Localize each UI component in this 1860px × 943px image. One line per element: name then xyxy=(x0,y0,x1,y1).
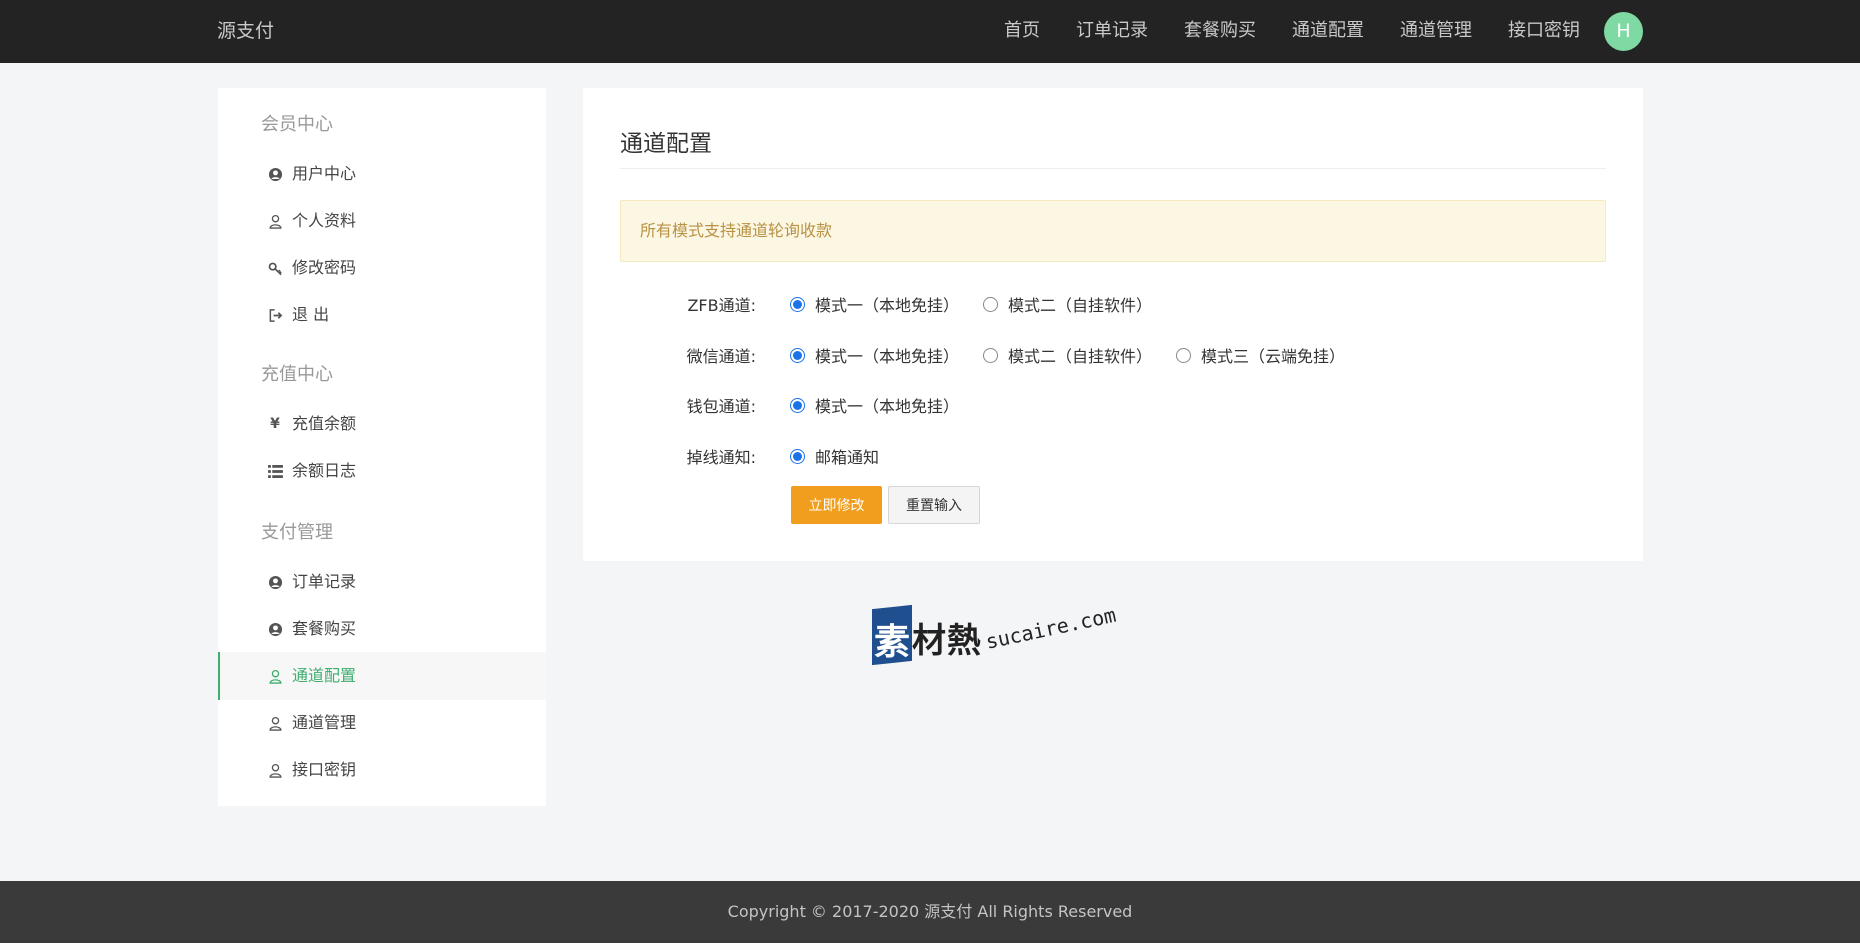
sidebar-item-api-key[interactable]: 接口密钥 xyxy=(218,746,546,794)
radio-dot[interactable] xyxy=(1176,347,1192,363)
form-row-zfb: ZFB通道: 模式一（本地免挂） 模式二（自挂软件） xyxy=(620,289,1606,319)
radio-label: 模式二（自挂软件） xyxy=(1008,347,1153,366)
user-icon xyxy=(266,212,284,230)
radio-dot[interactable] xyxy=(790,296,805,312)
yen-icon: ¥ xyxy=(270,416,280,432)
nav-packages[interactable]: 套餐购买 xyxy=(1184,0,1256,63)
radio-wechat-mode2[interactable]: 模式二（自挂软件） xyxy=(983,343,1152,367)
radio-zfb-mode2[interactable]: 模式二（自挂软件） xyxy=(983,292,1152,316)
channel-config-panel: 通道配置 所有模式支持通道轮询收款 ZFB通道: 模式一（本地免挂） 模式二（自… xyxy=(583,88,1643,561)
reset-button[interactable]: 重置输入 xyxy=(888,486,980,524)
sidebar-item-user-center[interactable]: 用户中心 xyxy=(218,150,546,198)
brand-logo[interactable]: 源支付 xyxy=(217,0,274,63)
form-label: ZFB通道: xyxy=(687,296,756,315)
nav-orders[interactable]: 订单记录 xyxy=(1076,0,1148,63)
sidebar: 会员中心 用户中心 个人资料 修改密码 退 出 充值中心 ¥ 充值余额 余额日志… xyxy=(218,88,546,806)
sidebar-item-channel-manage[interactable]: 通道管理 xyxy=(218,699,546,747)
sidebar-item-packages[interactable]: 套餐购买 xyxy=(218,605,546,653)
radio-group-notify: 邮箱通知 xyxy=(790,444,903,468)
radio-label: 邮箱通知 xyxy=(815,448,880,467)
radio-dot[interactable] xyxy=(790,448,805,464)
nav-api-key[interactable]: 接口密钥 xyxy=(1508,0,1580,63)
user-circle-icon xyxy=(266,573,284,591)
copyright-text: Copyright © 2017-2020 源支付 All Rights Res… xyxy=(727,902,1133,921)
sidebar-item-label: 订单记录 xyxy=(292,572,357,591)
form-row-wechat: 微信通道: 模式一（本地免挂） 模式二（自挂软件） 模式三（云端免挂） xyxy=(620,340,1606,370)
user-icon xyxy=(266,667,284,685)
user-circle-icon xyxy=(266,620,284,638)
user-icon xyxy=(266,714,284,732)
sidebar-item-label: 通道管理 xyxy=(292,713,357,732)
list-icon xyxy=(266,462,284,480)
sidebar-section-recharge: 充值中心 xyxy=(261,364,333,385)
radio-dot[interactable] xyxy=(790,347,805,363)
top-nav: 首页 订单记录 套餐购买 通道配置 通道管理 接口密钥 xyxy=(968,0,1580,63)
sign-out-icon xyxy=(266,306,284,324)
user-icon xyxy=(266,761,284,779)
sidebar-item-label: 个人资料 xyxy=(292,211,357,230)
radio-label: 模式一（本地免挂） xyxy=(815,347,960,366)
radio-dot[interactable] xyxy=(790,397,805,413)
sidebar-item-label: 通道配置 xyxy=(292,666,357,685)
sidebar-item-label: 套餐购买 xyxy=(292,619,357,638)
sidebar-item-label: 退 出 xyxy=(292,305,330,324)
watermark-text-cn-first: 素 xyxy=(874,621,911,663)
radio-group-wechat: 模式一（本地免挂） 模式二（自挂软件） 模式三（云端免挂） xyxy=(790,343,1369,367)
form-label: 掉线通知: xyxy=(686,448,756,467)
radio-label: 模式三（云端免挂） xyxy=(1201,347,1346,366)
radio-dot[interactable] xyxy=(983,347,999,363)
title-divider xyxy=(620,168,1606,169)
radio-label: 模式一（本地免挂） xyxy=(815,397,960,416)
sidebar-item-change-password[interactable]: 修改密码 xyxy=(218,244,546,292)
sidebar-item-label: 用户中心 xyxy=(292,164,357,183)
radio-group-zfb: 模式一（本地免挂） 模式二（自挂软件） xyxy=(790,292,1176,316)
sidebar-item-channel-config[interactable]: 通道配置 xyxy=(218,652,546,700)
sidebar-item-profile[interactable]: 个人资料 xyxy=(218,197,546,245)
watermark-text-en: sucaire.com xyxy=(983,602,1119,654)
sidebar-item-label: 充值余额 xyxy=(292,414,357,433)
radio-wechat-mode3[interactable]: 模式三（云端免挂） xyxy=(1176,343,1345,367)
nav-channel-config[interactable]: 通道配置 xyxy=(1292,0,1364,63)
nav-home[interactable]: 首页 xyxy=(1004,0,1040,63)
sidebar-section-member: 会员中心 xyxy=(261,114,333,135)
radio-label: 模式一（本地免挂） xyxy=(815,296,960,315)
page-title: 通道配置 xyxy=(620,131,712,157)
form-row-wallet: 钱包通道: 模式一（本地免挂） xyxy=(620,390,1606,420)
watermark-logo: 素 材熱 sucaire.com xyxy=(872,603,1122,673)
radio-wallet-mode1[interactable]: 模式一（本地免挂） xyxy=(790,393,959,417)
radio-email-notify[interactable]: 邮箱通知 xyxy=(790,444,879,468)
radio-zfb-mode1[interactable]: 模式一（本地免挂） xyxy=(790,292,959,316)
nav-channel-manage[interactable]: 通道管理 xyxy=(1400,0,1472,63)
watermark-text-cn-rest: 材熱 xyxy=(912,621,982,661)
radio-label: 模式二（自挂软件） xyxy=(1008,296,1153,315)
radio-dot[interactable] xyxy=(983,296,999,312)
top-navbar: 源支付 首页 订单记录 套餐购买 通道配置 通道管理 接口密钥 H xyxy=(0,0,1860,63)
user-circle-icon xyxy=(266,165,284,183)
form-row-offline-notify: 掉线通知: 邮箱通知 xyxy=(620,441,1606,471)
radio-wechat-mode1[interactable]: 模式一（本地免挂） xyxy=(790,343,959,367)
avatar[interactable]: H xyxy=(1604,12,1643,51)
notice-banner: 所有模式支持通道轮询收款 xyxy=(620,200,1606,262)
sidebar-item-balance-log[interactable]: 余额日志 xyxy=(218,447,546,495)
sidebar-item-label: 修改密码 xyxy=(292,258,357,277)
sidebar-item-label: 接口密钥 xyxy=(292,760,357,779)
key-icon xyxy=(266,259,284,277)
form-label: 微信通道: xyxy=(686,347,756,366)
sidebar-item-label: 余额日志 xyxy=(292,461,357,480)
footer: Copyright © 2017-2020 源支付 All Rights Res… xyxy=(0,881,1860,943)
radio-group-wallet: 模式一（本地免挂） xyxy=(790,393,983,417)
sidebar-item-recharge-balance[interactable]: ¥ 充值余额 xyxy=(218,400,546,448)
submit-button[interactable]: 立即修改 xyxy=(791,486,882,524)
sidebar-item-logout[interactable]: 退 出 xyxy=(218,291,546,339)
sidebar-section-payment: 支付管理 xyxy=(261,522,333,543)
form-label: 钱包通道: xyxy=(686,397,756,416)
sidebar-item-orders[interactable]: 订单记录 xyxy=(218,558,546,606)
